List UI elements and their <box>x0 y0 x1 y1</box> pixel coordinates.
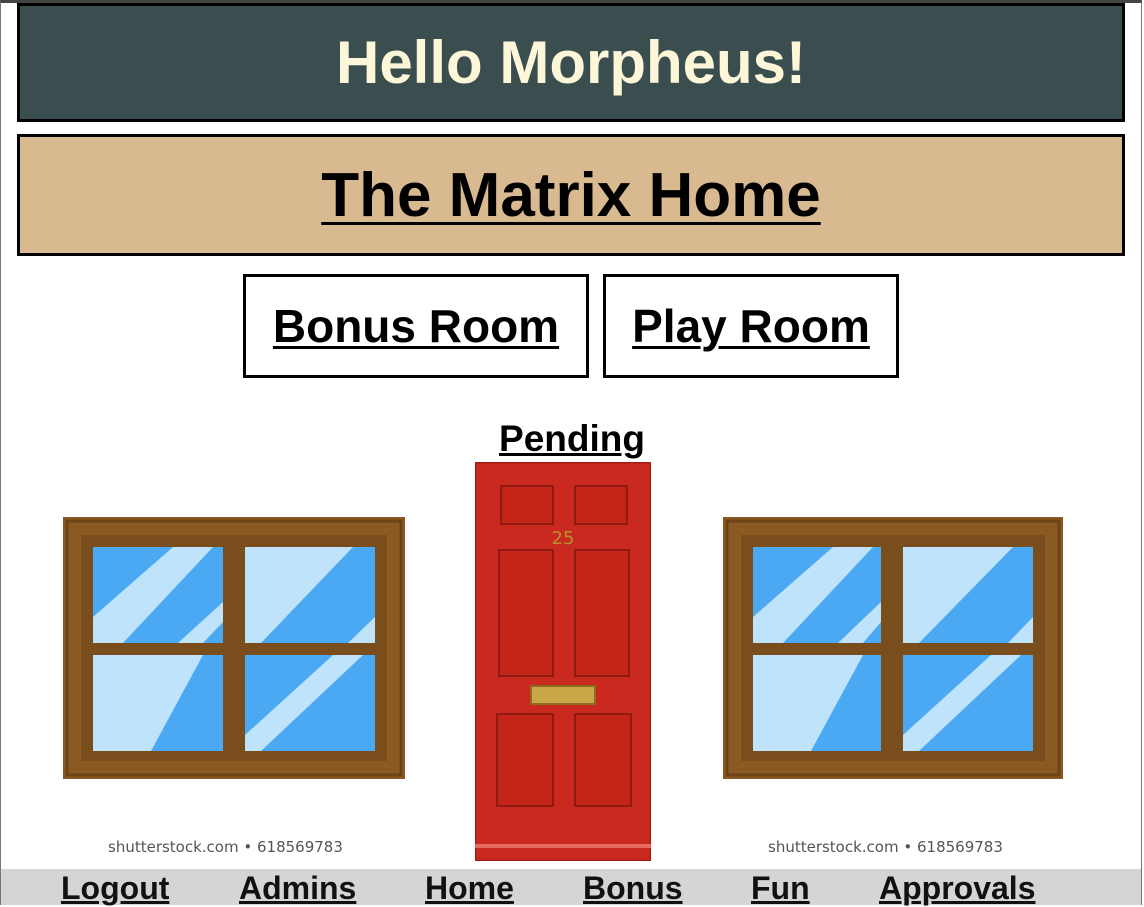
bottom-nav: Logout Admins Home Bonus Fun Approvals <box>1 869 1141 907</box>
home-banner: The Matrix Home <box>17 134 1125 256</box>
nav-bonus[interactable]: Bonus <box>583 869 683 907</box>
door-image[interactable]: 25 <box>475 462 651 861</box>
nav-home[interactable]: Home <box>425 869 514 907</box>
left-window-image <box>63 517 405 779</box>
nav-approvals[interactable]: Approvals <box>879 869 1035 907</box>
right-watermark: shutterstock.com • 618569783 <box>768 838 1003 856</box>
bonus-room-link[interactable]: Bonus Room <box>273 299 559 353</box>
play-room-button[interactable]: Play Room <box>603 274 899 378</box>
left-watermark: shutterstock.com • 618569783 <box>108 838 343 856</box>
greeting-text: Hello Morpheus! <box>335 29 806 96</box>
play-room-link[interactable]: Play Room <box>632 299 870 353</box>
greeting-header: Hello Morpheus! <box>17 3 1125 122</box>
nav-admins[interactable]: Admins <box>239 869 356 907</box>
door-number: 25 <box>552 528 575 549</box>
right-window-image <box>723 517 1063 779</box>
door-status-label[interactable]: Pending <box>470 418 674 460</box>
bonus-room-button[interactable]: Bonus Room <box>243 274 589 378</box>
nav-fun[interactable]: Fun <box>751 869 810 907</box>
nav-logout[interactable]: Logout <box>61 869 169 907</box>
home-title-link[interactable]: The Matrix Home <box>321 160 821 231</box>
